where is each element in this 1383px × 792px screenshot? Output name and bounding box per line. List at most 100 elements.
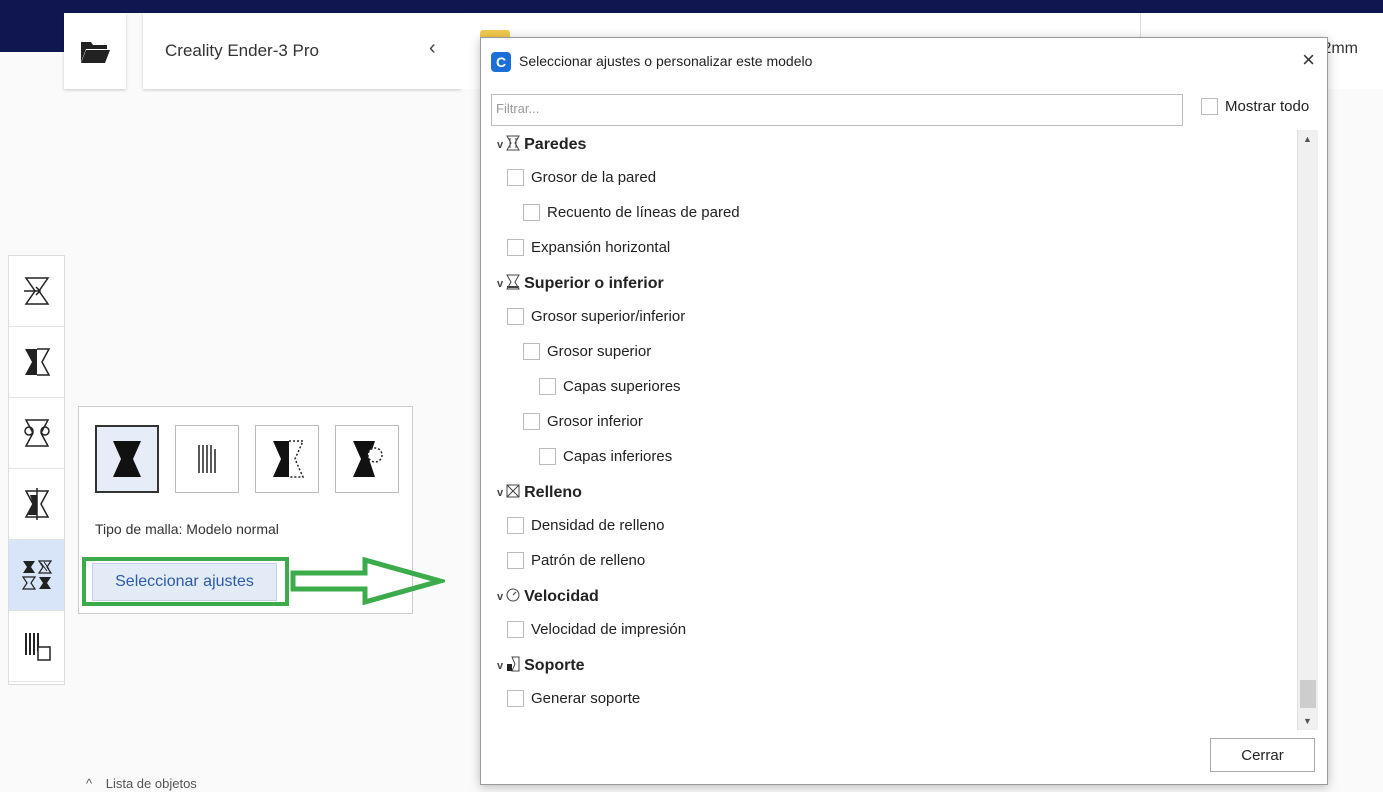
section-label: Velocidad	[524, 588, 599, 605]
section-header[interactable]: v Paredes	[497, 130, 586, 160]
setting-checkbox[interactable]	[523, 412, 540, 430]
setting-checkbox[interactable]	[507, 689, 524, 707]
setting-label: Patrón de relleno	[531, 551, 646, 569]
tool-column	[8, 255, 65, 685]
dialog-title: Seleccionar ajustes o personalizar este …	[519, 53, 813, 69]
section-label: Relleno	[524, 484, 582, 501]
support-mesh-icon	[198, 445, 216, 473]
support-icon	[506, 656, 524, 677]
object-list-toggle[interactable]: ^ Lista de objetos	[86, 776, 197, 791]
scroll-up-arrow[interactable]: ▲	[1303, 134, 1312, 144]
mirror-tool-button[interactable]	[9, 327, 64, 398]
printer-name: Creality Ender-3 Pro	[165, 41, 320, 60]
annotation-arrow	[290, 556, 445, 606]
setting-label: Capas superiores	[563, 377, 681, 395]
scale-tool-button[interactable]	[9, 256, 64, 327]
top-bar-strip	[64, 0, 1383, 13]
setting-checkbox[interactable]	[523, 203, 540, 221]
setting-item[interactable]: Patrón de relleno	[507, 545, 645, 575]
scroll-thumb[interactable]	[1300, 680, 1316, 708]
setting-checkbox[interactable]	[507, 516, 524, 534]
setting-item[interactable]: Capas inferiores	[539, 441, 672, 471]
open-file-button[interactable]	[64, 13, 126, 89]
support-blocker-tool-button[interactable]	[9, 469, 64, 540]
chevron-down-icon: v	[497, 660, 504, 672]
normal-model-icon	[113, 441, 141, 477]
chevron-down-icon: v	[497, 278, 504, 290]
setting-label: Grosor de la pared	[531, 168, 657, 186]
setting-item[interactable]: Grosor superior	[523, 336, 651, 366]
scrollbar[interactable]: ▲ ▼	[1297, 130, 1318, 730]
mesh-icon	[24, 633, 51, 661]
printer-selector[interactable]: Creality Ender-3 Pro ‹	[143, 13, 461, 89]
overlap-icon	[273, 440, 305, 478]
support-blocker-mesh-button[interactable]	[335, 425, 399, 493]
chevron-down-icon: v	[497, 591, 504, 603]
setting-checkbox[interactable]	[507, 620, 524, 638]
setting-item[interactable]: Densidad de relleno	[507, 510, 664, 540]
filter-input[interactable]: Filtrar...	[491, 94, 1183, 126]
setting-label: Capas inferiores	[563, 447, 673, 465]
app-icon: C	[491, 52, 511, 72]
setting-checkbox[interactable]	[523, 342, 540, 360]
setting-item[interactable]: Grosor de la pared	[507, 162, 656, 192]
select-settings-button[interactable]: Seleccionar ajustes	[92, 563, 277, 601]
chevron-down-icon: v	[497, 139, 504, 151]
top-bar-left	[0, 0, 64, 52]
section-label: Superior o inferior	[524, 275, 664, 292]
chevron-left-icon[interactable]: ‹	[429, 37, 436, 60]
setting-item[interactable]: Capas superiores	[539, 371, 681, 401]
close-icon[interactable]: ×	[1302, 47, 1315, 73]
setting-item[interactable]: Expansión horizontal	[507, 232, 670, 262]
setting-label: Grosor superior	[547, 342, 652, 360]
setting-item[interactable]: Velocidad de impresión	[507, 614, 686, 644]
modify-overlap-button[interactable]	[255, 425, 319, 493]
show-all-label: Mostrar todo	[1225, 98, 1310, 115]
folder-icon	[81, 42, 110, 63]
section-header[interactable]: v Soporte	[497, 651, 585, 681]
walls-icon	[506, 135, 524, 156]
infill-icon	[506, 483, 524, 504]
per-model-settings-icon	[21, 560, 52, 590]
section-header[interactable]: v Velocidad	[497, 582, 599, 612]
setting-label: Recuento de líneas de pared	[547, 203, 740, 221]
setting-label: Generar soporte	[531, 689, 641, 707]
section-label: Soporte	[524, 657, 585, 674]
setting-checkbox[interactable]	[539, 447, 556, 465]
setting-item[interactable]: Grosor inferior	[523, 406, 643, 436]
show-all-checkbox[interactable]: Mostrar todo	[1201, 98, 1309, 115]
normal-model-button[interactable]	[95, 425, 159, 493]
select-settings-dialog: C Seleccionar ajustes o personalizar est…	[480, 37, 1328, 785]
setting-item[interactable]: Recuento de líneas de pared	[523, 197, 740, 227]
per-model-settings-tool-button[interactable]	[9, 540, 64, 611]
setting-checkbox[interactable]	[539, 377, 556, 395]
show-all-box[interactable]	[1201, 98, 1218, 115]
rotate-tool-button[interactable]	[9, 398, 64, 469]
mirror-icon	[24, 348, 50, 376]
setting-label: Grosor superior/inferior	[531, 307, 686, 325]
print-as-support-button[interactable]	[175, 425, 239, 493]
object-list-label: Lista de objetos	[105, 776, 197, 791]
setting-label: Expansión horizontal	[531, 238, 671, 256]
setting-checkbox[interactable]	[507, 238, 524, 256]
blocker-mesh-icon	[353, 441, 383, 477]
section-header[interactable]: v Superior o inferior	[497, 269, 664, 299]
setting-label: Densidad de relleno	[531, 516, 665, 534]
rotate-icon	[23, 419, 50, 447]
setting-checkbox[interactable]	[507, 551, 524, 569]
setting-item[interactable]: Generar soporte	[507, 683, 640, 713]
scroll-down-arrow[interactable]: ▼	[1303, 716, 1312, 726]
setting-checkbox[interactable]	[507, 168, 524, 186]
section-header[interactable]: v Relleno	[497, 478, 582, 508]
support-blocker-icon	[24, 488, 49, 520]
mesh-type-label: Tipo de malla: Modelo normal	[95, 521, 279, 537]
top-bottom-icon	[506, 274, 524, 295]
chevron-down-icon: v	[497, 487, 504, 499]
speed-icon	[506, 587, 524, 608]
scale-icon	[23, 277, 49, 305]
close-dialog-button[interactable]: Cerrar	[1210, 738, 1315, 772]
setting-item[interactable]: Grosor superior/inferior	[507, 301, 685, 331]
mesh-tool-button[interactable]	[9, 611, 64, 682]
setting-label: Velocidad de impresión	[531, 620, 687, 638]
setting-checkbox[interactable]	[507, 307, 524, 325]
